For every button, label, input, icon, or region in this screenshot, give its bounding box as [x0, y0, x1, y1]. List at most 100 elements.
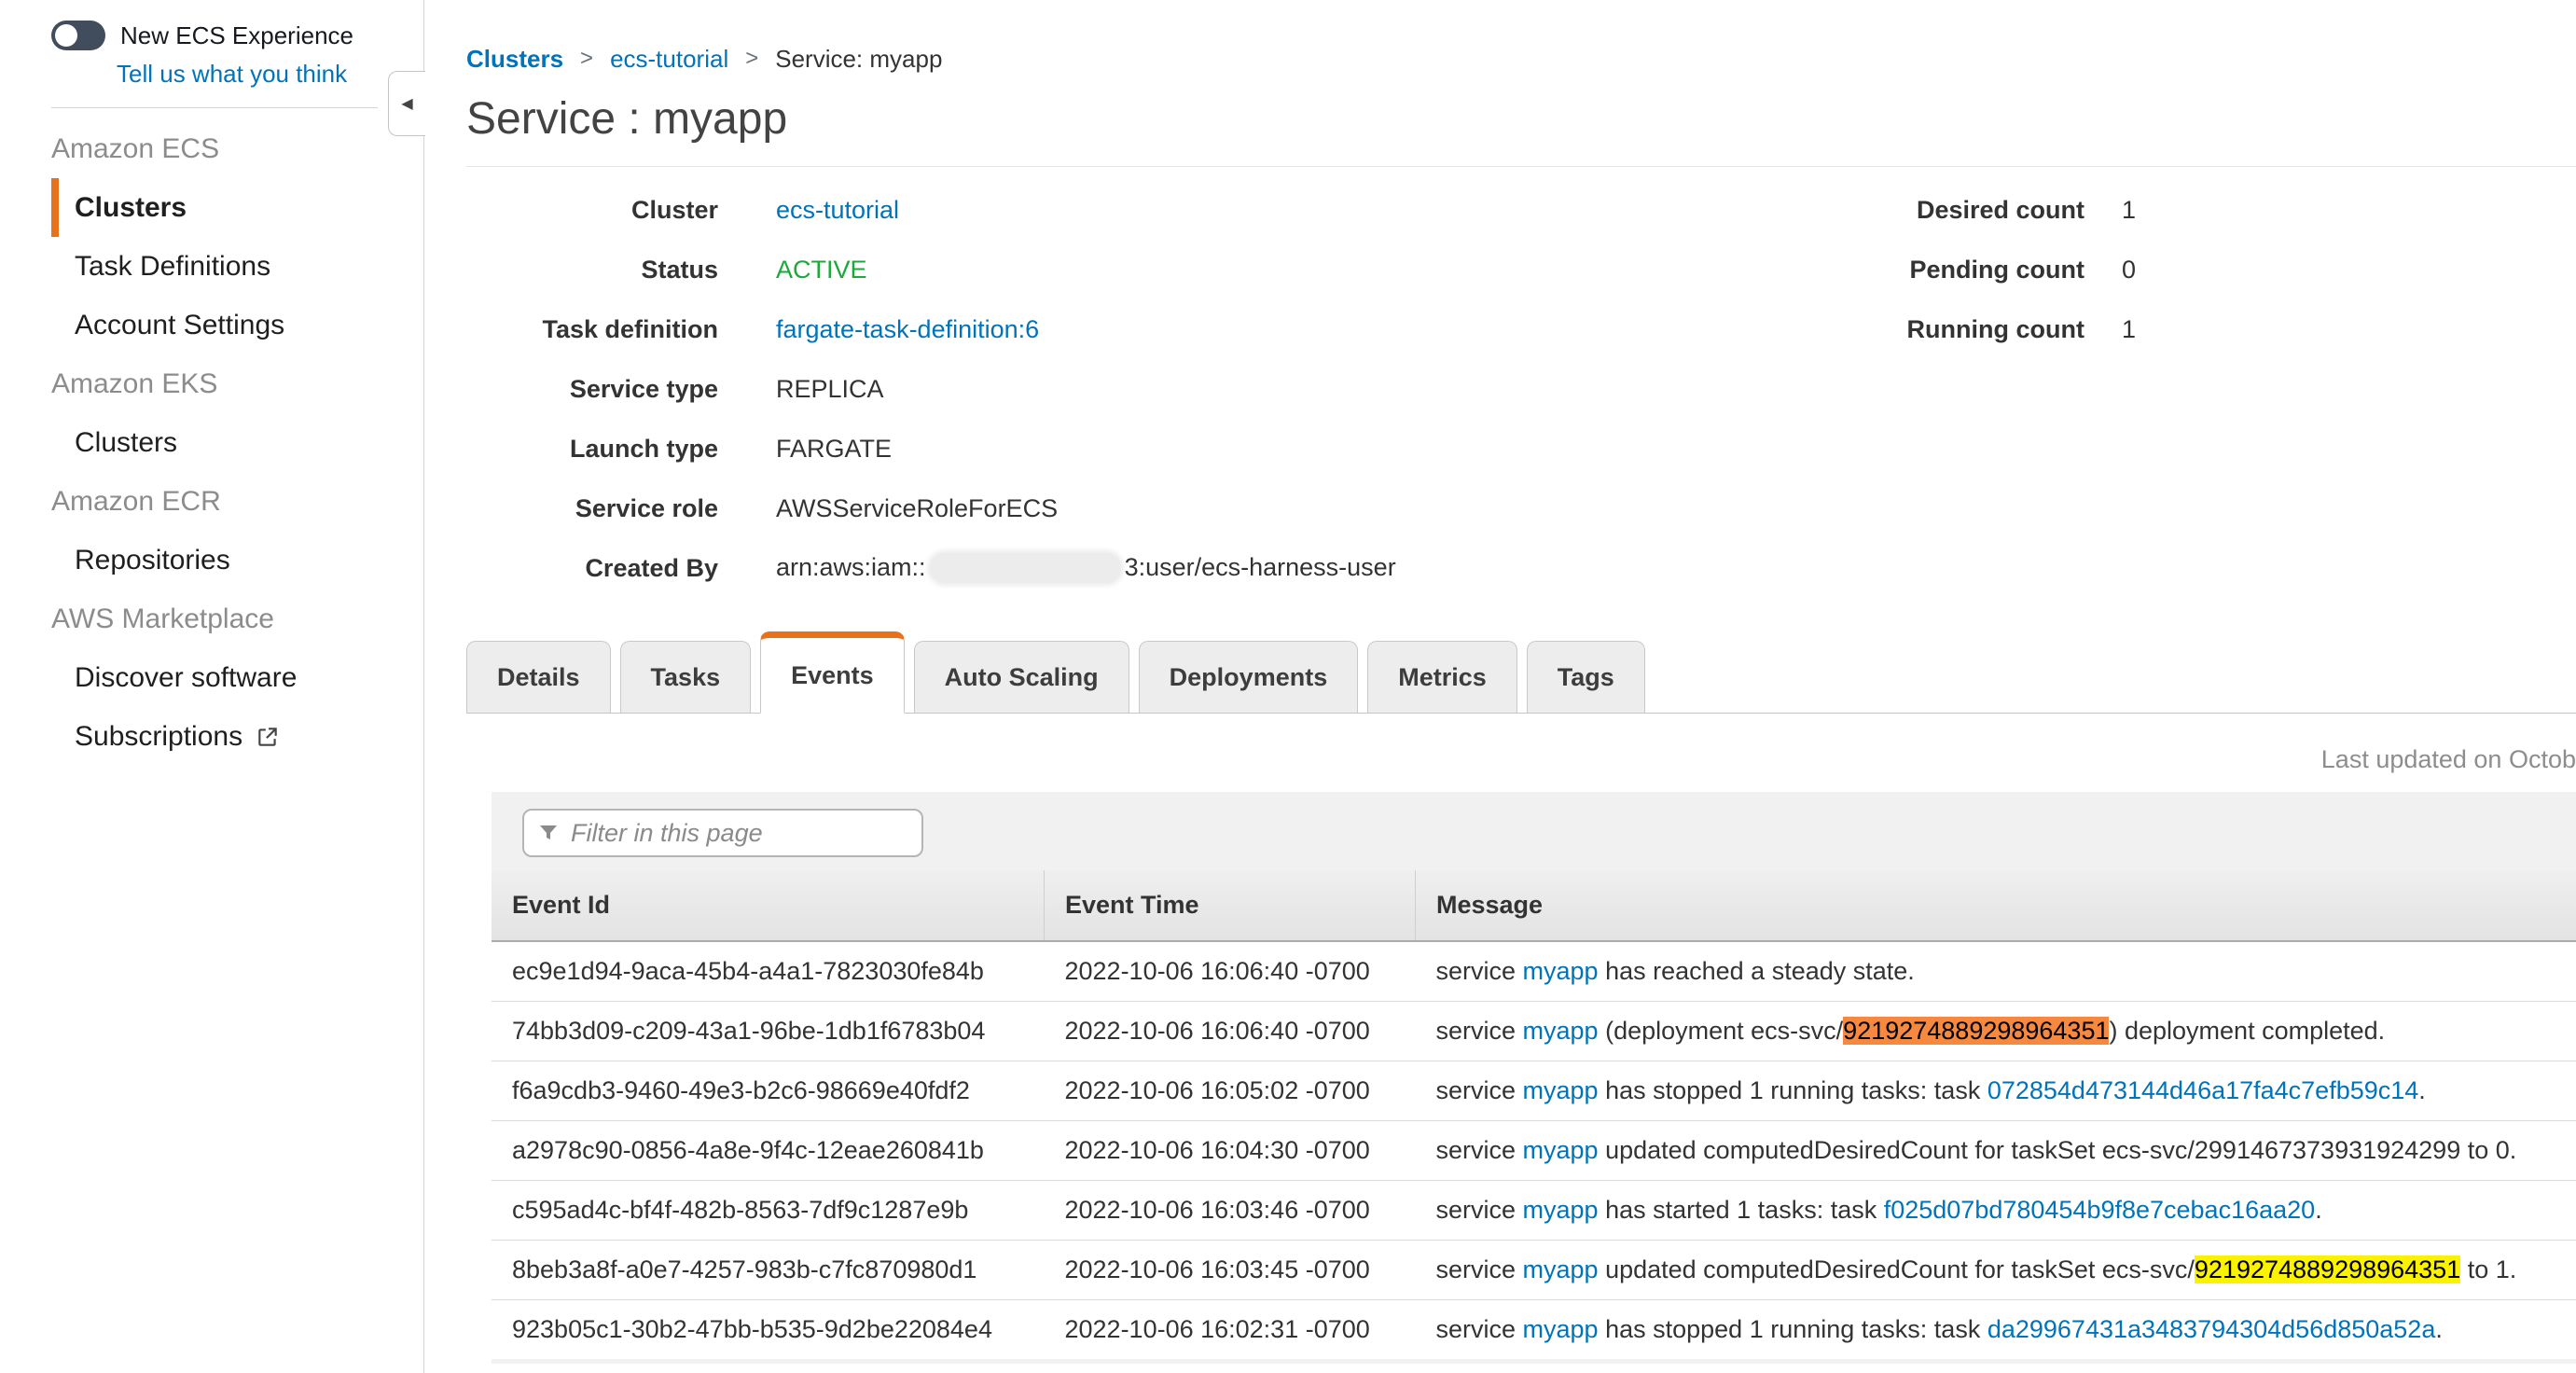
sidebar-section-amazon-eks: Amazon EKS [51, 354, 423, 413]
sidebar-item-label: Account Settings [75, 310, 284, 341]
message-link[interactable]: myapp [1523, 957, 1599, 985]
event-id-cell: f6a9cdb3-9460-49e3-b2c6-98669e40fdf2 [492, 1061, 1045, 1121]
column-header-message: Message [1416, 870, 2576, 941]
breadcrumb-current: Service: myapp [775, 45, 942, 73]
sidebar-item-label: Subscriptions [75, 721, 242, 753]
sidebar-item-label: Clusters [75, 427, 177, 459]
breadcrumb-link-clusters[interactable]: Clusters [466, 45, 563, 73]
tab-tags[interactable]: Tags [1527, 641, 1645, 714]
count-label: Running count [1833, 315, 2084, 344]
feedback-link[interactable]: Tell us what you think [117, 60, 423, 89]
sidebar-item-repositories[interactable]: Repositories [51, 531, 423, 589]
sidebar-collapse-button[interactable]: ◀ [388, 71, 425, 136]
message-link[interactable]: myapp [1523, 1136, 1599, 1164]
field-row-service-role: Service roleAWSServiceRoleForECS [466, 478, 2576, 538]
redacted-account-id [930, 553, 1121, 583]
field-label: Created By [466, 554, 718, 583]
count-value: 1 [2122, 196, 2136, 225]
sidebar-nav: Amazon ECS Clusters Task Definitions Accoun… [51, 108, 423, 766]
tab-auto-scaling[interactable]: Auto Scaling [914, 641, 1129, 714]
field-value-status: ACTIVE [776, 256, 867, 284]
sidebar: New ECS Experience Tell us what you thin… [0, 0, 424, 1373]
event-time-cell: 2022-10-06 16:03:46 -0700 [1045, 1181, 1416, 1241]
event-time-cell: 2022-10-06 16:06:40 -0700 [1045, 1002, 1416, 1061]
field-label: Service type [466, 375, 718, 404]
filter-box [522, 809, 923, 857]
sidebar-item-subscriptions[interactable]: Subscriptions [51, 707, 423, 766]
ecs-console-screen: New ECS Experience Tell us what you thin… [0, 0, 2576, 1373]
tab-details[interactable]: Details [466, 641, 611, 714]
sidebar-item-label: Clusters [75, 192, 187, 224]
count-value: 1 [2122, 315, 2136, 344]
count-row-pending-count: Pending count0 [1833, 240, 2136, 299]
breadcrumb-link-ecs-tutorial[interactable]: ecs-tutorial [610, 45, 728, 73]
breadcrumb-separator: > [745, 45, 758, 73]
sidebar-item-account-settings[interactable]: Account Settings [51, 296, 423, 354]
column-header-event-time: Event Time [1045, 870, 1416, 941]
table-row: 923b05c1-30b2-47bb-b535-9d2be22084e42022… [492, 1300, 2576, 1360]
field-row-created-by: Created Byarn:aws:iam::3:user/ecs-harnes… [466, 538, 2576, 598]
tab-tasks[interactable]: Tasks [620, 641, 752, 714]
page-title: Service : myapp [466, 95, 2576, 144]
table-row: ec9e1d94-9aca-45b4-a4a1-7823030fe84b2022… [492, 941, 2576, 1002]
message-link[interactable]: 072854d473144d46a17fa4c7efb59c14 [1987, 1076, 2418, 1104]
events-meta: Last updated on Octob [466, 714, 2576, 792]
breadcrumb-separator: > [580, 45, 593, 73]
field-row-service-type: Service typeREPLICA [466, 359, 2576, 419]
new-ecs-experience-toggle[interactable] [51, 21, 105, 50]
sidebar-item-label: Repositories [75, 545, 230, 576]
tab-metrics[interactable]: Metrics [1367, 641, 1517, 714]
sidebar-item-clusters[interactable]: Clusters [51, 178, 423, 237]
field-label: Launch type [466, 435, 718, 464]
external-link-icon [256, 725, 280, 749]
event-id-cell: ec9e1d94-9aca-45b4-a4a1-7823030fe84b [492, 941, 1045, 1002]
message-link[interactable]: myapp [1523, 1076, 1599, 1104]
tab-deployments[interactable]: Deployments [1139, 641, 1359, 714]
field-label: Service role [466, 494, 718, 523]
event-message-cell: service myapp has started 1 tasks: task … [1416, 1181, 2576, 1241]
service-summary: Clusterecs-tutorialStatusACTIVETask defi… [466, 167, 2576, 598]
column-header-event-id: Event Id [492, 870, 1045, 941]
sidebar-section-aws-marketplace: AWS Marketplace [51, 589, 423, 648]
sidebar-item-discover-software[interactable]: Discover software [51, 648, 423, 707]
field-row-cluster: Cluster ecs-tutorial [466, 180, 2576, 240]
count-row-desired-count: Desired count1 [1833, 180, 2136, 240]
message-link[interactable]: f025d07bd780454b9f8e7cebac16aa20 [1884, 1196, 2315, 1224]
message-link[interactable]: myapp [1523, 1017, 1599, 1045]
table-row: c595ad4c-bf4f-482b-8563-7df9c1287e9b2022… [492, 1181, 2576, 1241]
field-value-cluster[interactable]: ecs-tutorial [776, 196, 899, 225]
message-link[interactable]: myapp [1523, 1315, 1599, 1343]
sidebar-section-amazon-ecs: Amazon ECS [51, 119, 423, 178]
collapse-arrow-icon: ◀ [401, 94, 412, 113]
field-label: Cluster [466, 196, 718, 225]
highlighted-deployment-id: 9219274889298964351 [2195, 1255, 2460, 1283]
last-updated-text: Last updated on Octob [2321, 745, 2576, 774]
sidebar-item-label: Task Definitions [75, 251, 270, 283]
sidebar-item-task-definitions[interactable]: Task Definitions [51, 237, 423, 296]
event-id-cell: a2978c90-0856-4a8e-9f4c-12eae260841b [492, 1121, 1045, 1181]
event-message-cell: service myapp updated computedDesiredCou… [1416, 1121, 2576, 1181]
filter-funnel-icon [537, 822, 560, 844]
event-message-cell: service myapp has reached a steady state… [1416, 941, 2576, 1002]
sidebar-item-clusters[interactable]: Clusters [51, 413, 423, 472]
message-link[interactable]: da29967431a3483794304d56d850a52a [1987, 1315, 2436, 1343]
message-link[interactable]: myapp [1523, 1196, 1599, 1224]
table-row: f6a9cdb3-9460-49e3-b2c6-98669e40fdf22022… [492, 1061, 2576, 1121]
breadcrumb: Clusters > ecs-tutorial > Service: myapp [466, 0, 2576, 73]
event-time-cell: 2022-10-06 16:02:31 -0700 [1045, 1300, 1416, 1360]
event-time-cell: 2022-10-06 16:03:45 -0700 [1045, 1241, 1416, 1300]
events-table: Event IdEvent TimeMessage ec9e1d94-9aca-… [492, 870, 2576, 1359]
main-content: Clusters > ecs-tutorial > Service: myapp Ser… [425, 0, 2576, 1373]
tabs: DetailsTasksEventsAuto ScalingDeployment… [466, 631, 2576, 714]
service-counts: Desired count1Pending count0 Running coun… [1833, 180, 2136, 359]
tab-events[interactable]: Events [760, 631, 905, 714]
count-value: 0 [2122, 256, 2136, 284]
message-link[interactable]: myapp [1523, 1255, 1599, 1283]
toggle-knob-icon [55, 24, 77, 47]
field-value-task-definition[interactable]: fargate-task-definition:6 [776, 315, 1039, 344]
table-row: a2978c90-0856-4a8e-9f4c-12eae260841b2022… [492, 1121, 2576, 1181]
event-time-cell: 2022-10-06 16:04:30 -0700 [1045, 1121, 1416, 1181]
sidebar-section-amazon-ecr: Amazon ECR [51, 472, 423, 531]
filter-input[interactable] [569, 818, 908, 849]
event-id-cell: 923b05c1-30b2-47bb-b535-9d2be22084e4 [492, 1300, 1045, 1360]
